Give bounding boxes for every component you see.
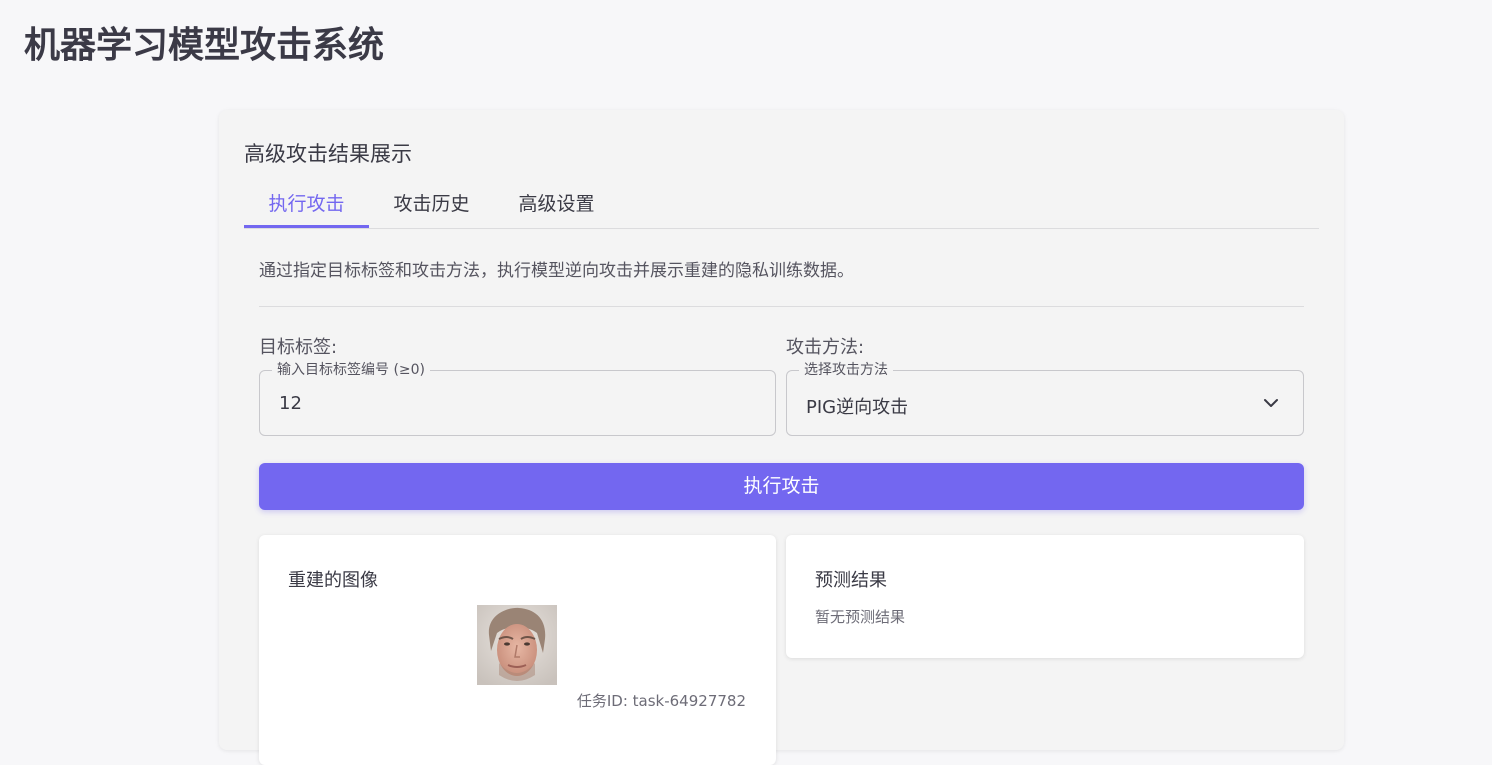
task-id: 任务ID: task-64927782 xyxy=(576,692,746,710)
description-text: 通过指定目标标签和攻击方法，执行模型逆向攻击并展示重建的隐私训练数据。 xyxy=(259,261,854,281)
target-label-legend: 输入目标标签编号 (≥0) xyxy=(272,361,431,379)
prediction-result-card: 预测结果 暂无预测结果 xyxy=(786,535,1304,658)
page-title: 机器学习模型攻击系统 xyxy=(24,25,385,66)
reconstructed-face-image xyxy=(477,605,557,685)
no-prediction-text: 暂无预测结果 xyxy=(815,608,906,626)
tab-bar: 执行攻击 攻击历史 高级设置 xyxy=(244,184,1319,229)
execute-attack-button[interactable]: 执行攻击 xyxy=(259,463,1304,510)
attack-method-select[interactable]: 选择攻击方法 PIG逆向攻击 xyxy=(786,361,1304,436)
divider xyxy=(259,306,1304,307)
attack-method-label: 攻击方法: xyxy=(786,337,865,358)
tab-advanced-settings[interactable]: 高级设置 xyxy=(494,184,619,228)
chevron-down-icon[interactable] xyxy=(1261,393,1281,413)
card-title: 高级攻击结果展示 xyxy=(244,142,412,166)
target-label-value[interactable]: 12 xyxy=(279,393,302,414)
attack-method-legend: 选择攻击方法 xyxy=(799,361,893,379)
attack-results-card: 高级攻击结果展示 执行攻击 攻击历史 高级设置 通过指定目标标签和攻击方法，执行… xyxy=(219,110,1344,765)
tab-attack-history[interactable]: 攻击历史 xyxy=(369,184,494,228)
tab-execute-attack[interactable]: 执行攻击 xyxy=(244,184,369,228)
target-label-input[interactable]: 输入目标标签编号 (≥0) 12 xyxy=(259,361,776,436)
attack-method-value: PIG逆向攻击 xyxy=(806,397,909,418)
target-label-label: 目标标签: xyxy=(259,337,338,358)
prediction-result-title: 预测结果 xyxy=(815,570,887,591)
reconstructed-image-title: 重建的图像 xyxy=(288,570,378,591)
reconstructed-image-card: 重建的图像 任务ID: task-64927782 xyxy=(259,535,776,765)
